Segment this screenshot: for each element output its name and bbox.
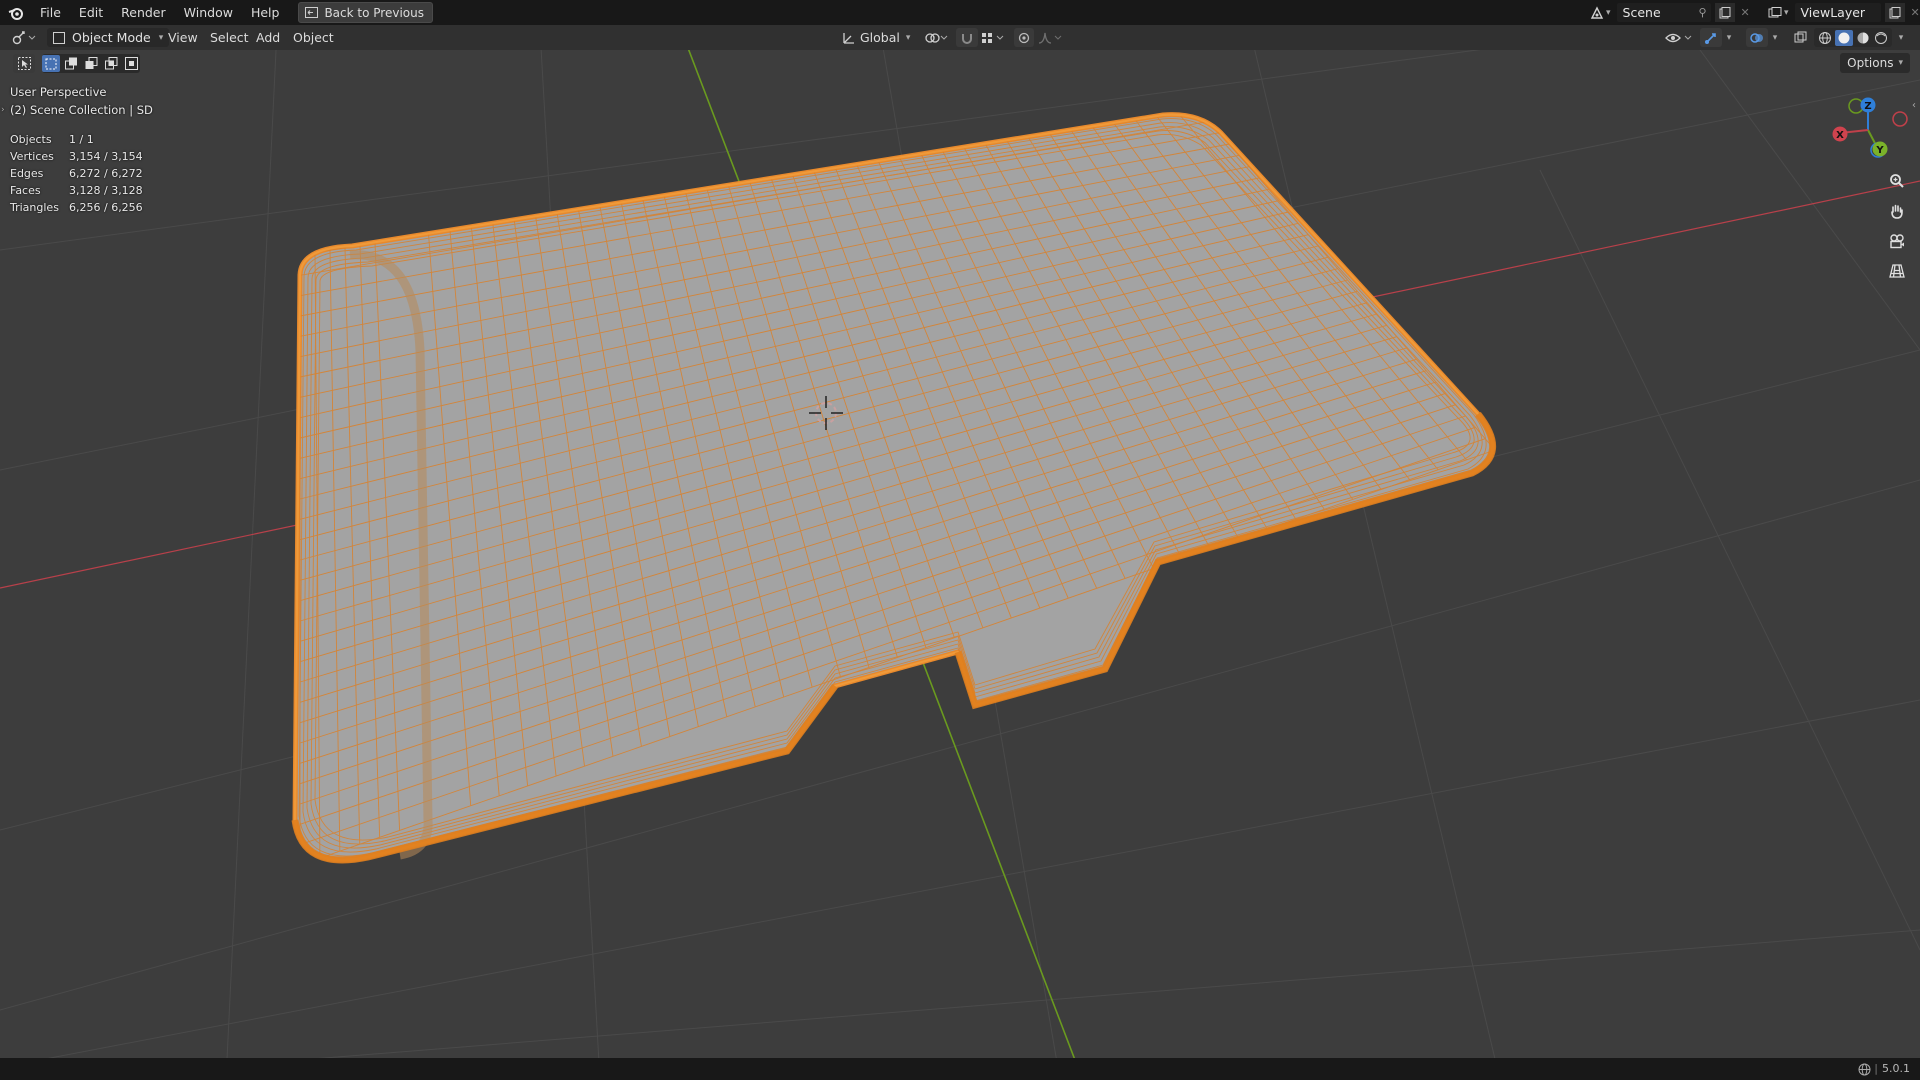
snap-target-icon[interactable]	[978, 28, 1008, 47]
scene-selector[interactable]: ▾ Scene ⚲ ✕	[1588, 3, 1750, 22]
gizmo-y-label: Y	[1875, 145, 1884, 156]
view-layer-name: ViewLayer	[1800, 5, 1866, 20]
solid-shading-icon[interactable]	[1835, 29, 1853, 46]
perspective-ortho-grid-icon[interactable]	[1884, 258, 1910, 284]
remove-scene-icon[interactable]: ✕	[1741, 6, 1750, 19]
viewport-perspective-label: User Perspective	[10, 85, 107, 99]
navigation-gizmo[interactable]: Z X Y	[1832, 97, 1908, 158]
menu-add[interactable]: Add	[256, 25, 280, 50]
gizmo-z-label: Z	[1864, 101, 1871, 112]
object-mode-dropdown[interactable]: Object Mode ▾	[47, 28, 170, 47]
overlays-toggle-icon[interactable]	[1746, 28, 1768, 47]
menu-window[interactable]: Window	[175, 0, 242, 25]
pan-hand-icon[interactable]	[1884, 198, 1910, 224]
object-mode-icon	[53, 31, 65, 44]
stats-label: Objects	[10, 133, 52, 146]
stats-value: 3,128 / 3,128	[69, 184, 143, 197]
snap-toggle-icon[interactable]	[956, 28, 978, 47]
remove-view-layer-icon[interactable]: ✕	[1911, 6, 1920, 19]
sd-card-mesh[interactable]	[291, 110, 1496, 865]
stats-label: Faces	[10, 184, 41, 197]
camera-view-icon[interactable]	[1884, 228, 1910, 254]
menu-view[interactable]: View	[168, 25, 198, 50]
stats-row: Vertices 3,154 / 3,154	[10, 148, 143, 165]
view-layer-name-field[interactable]: ViewLayer	[1794, 3, 1881, 22]
orientation-icon	[843, 32, 854, 44]
shading-mode-group	[1814, 28, 1892, 47]
status-bar: | 5.0.1	[0, 1058, 1920, 1080]
new-scene-icon[interactable]	[1714, 3, 1735, 22]
proportional-editing-icon[interactable]	[1014, 28, 1034, 47]
scene-icon	[1588, 4, 1606, 22]
menu-select[interactable]: Select	[210, 25, 249, 50]
chevron-down-icon: ▾	[158, 32, 164, 43]
orientation-label: Global	[860, 30, 900, 45]
falloff-icon[interactable]	[1036, 28, 1066, 47]
back-to-previous-label: Back to Previous	[324, 5, 424, 20]
stats-value: 3,154 / 3,154	[69, 150, 143, 163]
menu-file[interactable]: File	[31, 0, 70, 25]
menu-render[interactable]: Render	[112, 0, 175, 25]
gizmo-x-label: X	[1836, 130, 1844, 141]
back-to-previous-button[interactable]: Back to Previous	[298, 2, 433, 23]
sidebar-toggle-icon[interactable]: ‹	[1912, 100, 1916, 111]
object-visibility-icon[interactable]	[1662, 28, 1696, 47]
overlays-dropdown-chevron-icon[interactable]: ▾	[1768, 28, 1782, 47]
gizmo-toggle-icon[interactable]	[1700, 28, 1722, 47]
stats-value: 6,256 / 6,256	[69, 201, 143, 214]
stats-row: Objects 1 / 1	[10, 131, 143, 148]
menu-help[interactable]: Help	[242, 0, 289, 25]
blender-logo-icon[interactable]	[5, 2, 27, 24]
scene-statistics: Objects 1 / 1 Vertices 3,154 / 3,154 Edges…	[10, 131, 143, 216]
globe-icon	[1858, 1063, 1871, 1075]
pivot-point-icon[interactable]	[922, 28, 952, 47]
scene-name-field[interactable]: Scene ⚲	[1616, 3, 1711, 22]
stats-value: 6,272 / 6,272	[69, 167, 143, 180]
menu-object[interactable]: Object	[293, 25, 334, 50]
gizmo-dropdown-chevron-icon[interactable]: ▾	[1722, 28, 1736, 47]
stats-value: 1 / 1	[69, 133, 94, 146]
top-menu-bar: File Edit Render Window Help Back to Pre…	[0, 0, 1920, 25]
stats-row: Edges 6,272 / 6,272	[10, 165, 143, 182]
chevron-right-icon[interactable]: ›	[1, 102, 5, 119]
back-screen-icon	[305, 7, 319, 18]
scene-name: Scene	[1622, 5, 1661, 20]
transform-orientation-dropdown[interactable]: Global ▾	[838, 28, 914, 47]
object-mode-label: Object Mode	[72, 30, 151, 45]
stats-row: Faces 3,128 / 3,128	[10, 182, 143, 199]
stats-label: Vertices	[10, 150, 54, 163]
version-label: 5.0.1	[1882, 1062, 1910, 1075]
rendered-shading-icon[interactable]	[1873, 31, 1889, 45]
view-layer-selector[interactable]: ▾ ViewLayer ✕	[1766, 3, 1920, 22]
viewport-canvas[interactable]: Z X Y	[0, 50, 1920, 1060]
stats-label: Edges	[10, 167, 44, 180]
stats-label: Triangles	[10, 201, 59, 214]
menu-edit[interactable]: Edit	[70, 0, 112, 25]
new-view-layer-icon[interactable]	[1884, 3, 1905, 22]
viewport-header: Object Mode ▾ View Select Add Object Glo…	[0, 25, 1920, 50]
material-shading-icon[interactable]	[1855, 31, 1871, 45]
xray-toggle-icon[interactable]	[1790, 28, 1810, 47]
shading-dropdown-chevron-icon[interactable]: ▾	[1894, 28, 1908, 47]
viewport-collection-label: (2) Scene Collection | SD	[10, 103, 153, 117]
stats-row: Triangles 6,256 / 6,256	[10, 199, 143, 216]
view-layer-icon	[1766, 4, 1784, 22]
zoom-icon[interactable]	[1884, 168, 1910, 194]
pin-icon[interactable]: ⚲	[1698, 6, 1706, 19]
editor-type-icon[interactable]	[8, 28, 40, 47]
wireframe-shading-icon[interactable]	[1817, 31, 1833, 45]
